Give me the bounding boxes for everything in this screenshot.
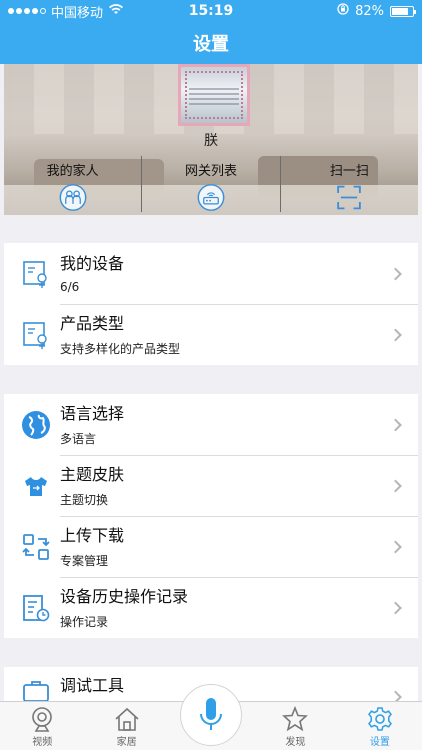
avatar[interactable] <box>178 64 250 126</box>
profile-header: 朕 我的家人 网关列表 扫一扫 <box>4 64 418 215</box>
gateway-icon <box>197 184 225 211</box>
star-icon <box>282 705 309 732</box>
tab-label: 家居 <box>116 737 137 748</box>
device-icon <box>23 260 47 288</box>
scan-icon <box>337 185 362 210</box>
row-title: 调试工具 <box>60 676 125 695</box>
row-subtitle: 支持多样化的产品类型 <box>60 341 181 356</box>
row-subtitle: 主题切换 <box>60 492 109 507</box>
globe-icon <box>22 410 50 439</box>
general-section: 语言选择 多语言 主题皮肤 主题切换 上传下载 专案管理 设备历史操作记录 操作… <box>4 394 418 638</box>
quick-link-family[interactable]: 我的家人 <box>4 156 141 212</box>
battery-percent: 82% <box>355 3 384 19</box>
orientation-lock-icon <box>337 3 349 19</box>
product-type-row[interactable]: 产品类型 支持多样化的产品类型 <box>4 304 418 365</box>
row-subtitle: 操作记录 <box>60 614 109 629</box>
page-title: 设置 <box>193 34 229 55</box>
tab-home[interactable]: 家居 <box>84 702 168 750</box>
chevron-right-icon <box>389 267 402 280</box>
row-title: 主题皮肤 <box>60 464 125 484</box>
row-title: 产品类型 <box>60 313 125 333</box>
signal-icon <box>8 8 46 14</box>
home-icon <box>115 707 139 731</box>
row-subtitle: 多语言 <box>60 431 97 446</box>
top-bar: 中国移动 15:19 82% 设置 <box>0 0 422 64</box>
chevron-right-icon <box>389 690 402 701</box>
quick-link-label: 我的家人 <box>46 164 99 179</box>
upload-download-row[interactable]: 上传下载 专案管理 <box>4 516 418 577</box>
chevron-right-icon <box>389 601 402 614</box>
history-log-icon <box>23 594 50 621</box>
my-devices-row[interactable]: 我的设备 6/6 <box>4 243 418 304</box>
toolbox-icon <box>23 681 49 701</box>
wifi-icon <box>109 4 124 18</box>
microphone-icon <box>200 698 222 730</box>
carrier-label: 中国移动 <box>51 5 104 21</box>
row-title: 语言选择 <box>60 403 125 423</box>
row-title: 上传下载 <box>60 525 125 545</box>
tab-label: 设置 <box>369 737 390 748</box>
quick-link-scan[interactable]: 扫一扫 <box>279 156 418 212</box>
quick-links: 我的家人 网关列表 扫一扫 <box>4 156 418 212</box>
gear-icon <box>367 707 392 731</box>
tab-label: 发现 <box>285 737 306 748</box>
quick-link-label: 网关列表 <box>184 164 237 179</box>
chevron-right-icon <box>389 328 402 341</box>
tshirt-icon <box>25 476 47 496</box>
battery-icon <box>390 5 416 17</box>
history-log-row[interactable]: 设备历史操作记录 操作记录 <box>4 577 418 638</box>
row-subtitle: 专案管理 <box>60 553 109 568</box>
quick-link-label: 扫一扫 <box>329 164 369 179</box>
username: 朕 <box>204 133 218 149</box>
row-subtitle: 6/6 <box>60 280 80 294</box>
sync-icon <box>22 533 50 560</box>
tab-video[interactable]: 视频 <box>0 702 84 750</box>
tab-discover[interactable]: 发现 <box>253 702 337 750</box>
tab-label: 视频 <box>32 737 53 748</box>
chevron-right-icon <box>389 540 402 553</box>
row-title: 我的设备 <box>60 254 125 273</box>
row-title: 设备历史操作记录 <box>60 586 189 606</box>
language-row[interactable]: 语言选择 多语言 <box>4 394 418 455</box>
camera-icon <box>32 707 53 732</box>
chevron-right-icon <box>389 479 402 492</box>
voice-button[interactable] <box>180 684 242 746</box>
family-icon <box>59 184 87 211</box>
theme-row[interactable]: 主题皮肤 主题切换 <box>4 455 418 516</box>
tab-settings[interactable]: 设置 <box>338 702 422 750</box>
chevron-right-icon <box>389 418 402 431</box>
product-type-icon <box>23 321 47 349</box>
status-bar: 中国移动 15:19 82% <box>0 0 422 22</box>
quick-link-gateway[interactable]: 网关列表 <box>141 156 279 212</box>
device-section: 我的设备 6/6 产品类型 支持多样化的产品类型 <box>4 243 418 365</box>
